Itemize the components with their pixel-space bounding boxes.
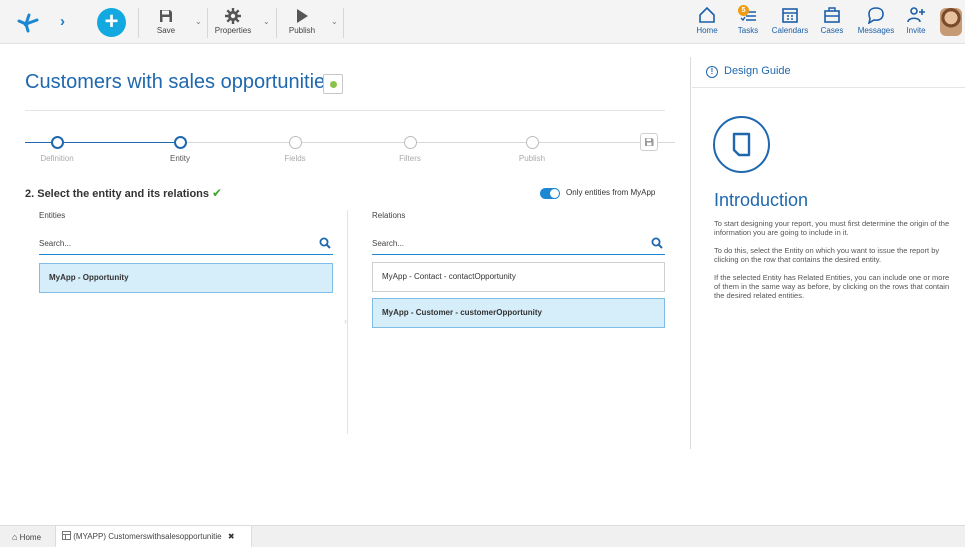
toolbar-divider <box>343 8 344 38</box>
step-entity-label: Entity <box>169 154 190 163</box>
properties-button[interactable]: Properties <box>212 7 254 39</box>
save-label: Save <box>156 26 176 35</box>
design-guide-title: Design Guide <box>724 65 791 77</box>
relations-search <box>372 237 665 255</box>
nav-messages-label: Messages <box>857 26 895 35</box>
user-avatar[interactable] <box>940 8 962 36</box>
chat-bubble-icon <box>867 7 884 24</box>
design-guide-header[interactable]: ! Design Guide <box>706 65 791 78</box>
step-definition-circle[interactable] <box>51 136 64 149</box>
guide-paragraph: If the selected Entity has Related Entit… <box>714 273 950 300</box>
entities-label: Entities <box>39 211 66 220</box>
relations-search-input[interactable] <box>372 239 636 248</box>
guide-divider <box>690 57 691 449</box>
page-title: Customers with sales opportunities <box>25 71 336 93</box>
only-myapp-toggle-label: Only entities from MyApp <box>566 188 656 197</box>
step-fields-circle[interactable] <box>289 136 302 149</box>
nav-tasks-label: Tasks <box>737 26 759 35</box>
step-filters-circle[interactable] <box>404 136 417 149</box>
status-indicator[interactable] <box>323 74 343 94</box>
floppy-disk-icon <box>160 10 172 22</box>
step-publish-circle[interactable] <box>526 136 539 149</box>
relation-row[interactable]: MyApp - Customer - customerOpportunity <box>372 298 665 328</box>
relation-row[interactable]: MyApp - Contact - contactOpportunity <box>372 262 665 292</box>
nav-calendars[interactable]: Calendars <box>771 6 809 40</box>
guide-document-badge <box>713 116 770 173</box>
step-definition-label: Definition <box>40 154 74 163</box>
add-button[interactable]: + <box>97 8 126 37</box>
step-publish-label: Publish <box>518 154 546 163</box>
step-fields-label: Fields <box>284 154 306 163</box>
nav-tasks[interactable]: 5 Tasks <box>735 5 761 40</box>
bottom-tab-bar: ⌂ Home (MYAPP) Customerswithsalesopportu… <box>0 525 965 547</box>
nav-invite-label: Invite <box>906 26 926 35</box>
guide-paragraph: To do this, select the Entity on which y… <box>714 246 940 264</box>
nav-cases[interactable]: Cases <box>819 6 845 40</box>
guide-paragraph: To start designing your report, you must… <box>714 219 950 237</box>
relations-label: Relations <box>372 211 406 220</box>
nav-cases-label: Cases <box>820 26 844 35</box>
step-entity-circle[interactable] <box>174 136 187 149</box>
section-heading: 2. Select the entity and its relations ✔ <box>25 186 222 200</box>
section-heading-text: 2. Select the entity and its relations <box>25 188 209 200</box>
add-user-icon <box>907 7 925 23</box>
floppy-disk-icon <box>645 138 654 146</box>
publish-label: Publish <box>288 26 316 35</box>
properties-dropdown-chevron-icon[interactable]: ⌄ <box>263 17 270 26</box>
document-tab[interactable]: (MYAPP) Customerswithsalesopportunitie ✖ <box>55 526 252 547</box>
chevron-right-icon: › <box>344 316 347 326</box>
search-icon[interactable] <box>319 237 331 249</box>
entity-row[interactable]: MyApp - Opportunity <box>39 263 333 293</box>
guide-header-divider <box>692 87 965 88</box>
publish-button[interactable]: Publish <box>283 7 321 39</box>
expand-chevron-icon[interactable]: › <box>60 12 74 32</box>
report-icon <box>62 531 71 540</box>
guide-section-title: Introduction <box>714 190 809 210</box>
title-divider <box>25 110 665 111</box>
close-icon[interactable]: ✖ <box>228 532 235 541</box>
info-icon: ! <box>706 66 718 78</box>
calendar-icon <box>782 8 798 23</box>
save-button[interactable]: Save <box>150 7 182 39</box>
toggle-knob <box>550 189 559 198</box>
document-tab-label: (MYAPP) Customerswithsalesopportunitie <box>73 532 222 541</box>
briefcase-icon <box>824 7 840 23</box>
app-logo-icon[interactable] <box>16 11 40 33</box>
only-myapp-toggle[interactable] <box>540 188 560 199</box>
nav-messages[interactable]: Messages <box>855 6 897 40</box>
play-icon <box>297 9 308 23</box>
properties-label: Properties <box>214 26 252 35</box>
home-tab[interactable]: ⌂ Home <box>12 526 54 547</box>
nav-invite[interactable]: Invite <box>905 6 927 40</box>
gear-icon <box>225 8 241 24</box>
checkmark-icon: ✔ <box>212 186 223 200</box>
toolbar-divider <box>276 8 277 38</box>
toolbar-divider <box>138 8 139 38</box>
tasks-count-badge: 5 <box>738 5 749 16</box>
stepper-progress-line <box>25 142 181 143</box>
stepper-remaining-line <box>181 142 675 143</box>
document-icon <box>732 132 751 157</box>
entities-search-input[interactable] <box>39 239 304 248</box>
entities-search <box>39 237 333 255</box>
nav-home-label: Home <box>696 26 718 35</box>
home-tab-label: Home <box>19 533 42 542</box>
publish-dropdown-chevron-icon[interactable]: ⌄ <box>331 17 338 26</box>
save-draft-button[interactable] <box>640 133 658 151</box>
nav-calendars-label: Calendars <box>771 26 809 35</box>
search-icon[interactable] <box>651 237 663 249</box>
home-icon: ⌂ <box>12 532 18 542</box>
toolbar-divider <box>207 8 208 38</box>
top-toolbar: › + Save ⌄ Properties ⌄ Publish ⌄ Home 5… <box>0 0 965 44</box>
save-dropdown-chevron-icon[interactable]: ⌄ <box>195 17 202 26</box>
home-icon <box>699 6 715 23</box>
column-divider <box>347 210 348 434</box>
status-dot <box>330 81 337 88</box>
nav-home[interactable]: Home <box>695 6 719 40</box>
step-filters-label: Filters <box>399 154 421 163</box>
